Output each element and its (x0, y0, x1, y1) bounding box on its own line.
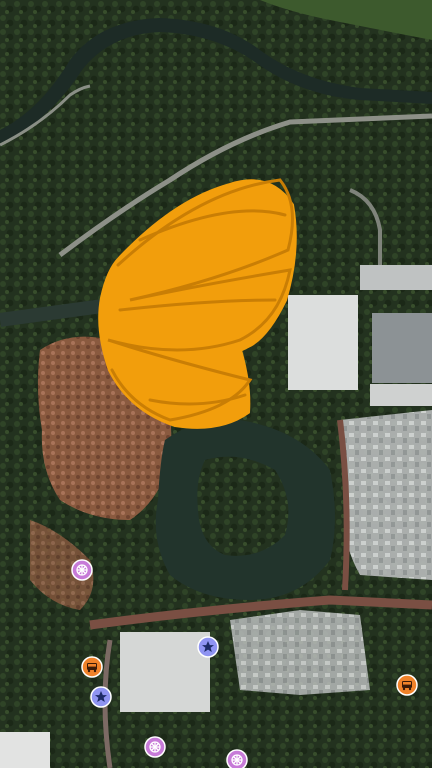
ferris-wheel-icon (76, 564, 88, 576)
building-roof (372, 313, 432, 383)
building-roof (120, 632, 210, 712)
marker-ride-ferris-wheel[interactable] (71, 559, 93, 581)
marker-show-star[interactable] (197, 636, 219, 658)
town-area (230, 610, 370, 695)
marker-show-star[interactable] (90, 686, 112, 708)
marker-transport-bus[interactable] (396, 674, 418, 696)
lake-island (197, 456, 289, 556)
building-roof (288, 295, 358, 390)
ferris-wheel-icon (149, 741, 161, 753)
marker-ride-ferris-wheel[interactable] (144, 736, 166, 758)
marker-ride-ferris-wheel[interactable] (226, 749, 248, 768)
satellite-map[interactable] (0, 0, 432, 768)
building-roof (360, 265, 432, 290)
building-roof (370, 384, 432, 406)
ferris-wheel-icon (231, 754, 243, 766)
marker-transport-bus[interactable] (81, 656, 103, 678)
town-area (340, 410, 432, 580)
map-canvas[interactable] (0, 0, 432, 768)
building-roof (0, 732, 50, 768)
